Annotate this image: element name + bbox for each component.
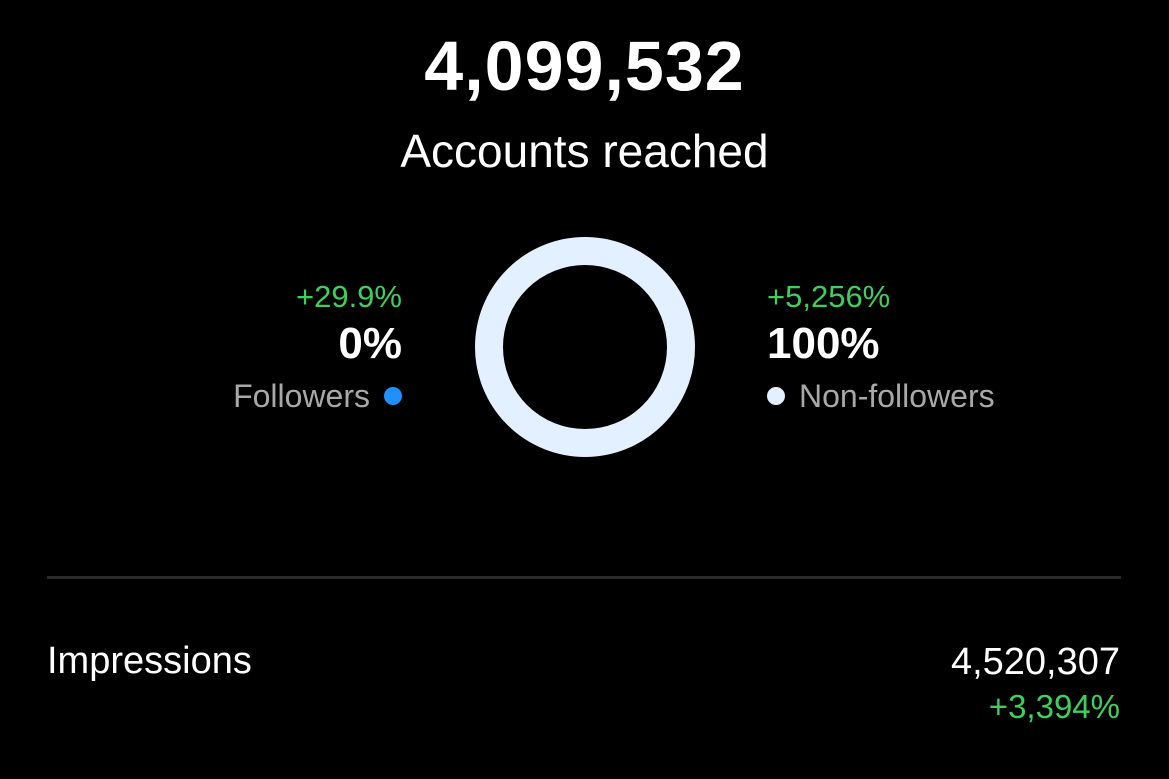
followers-label: Followers [233, 378, 370, 414]
reach-donut-chart [475, 237, 695, 457]
followers-delta: +29.9% [295, 279, 402, 314]
non-followers-dot-icon [767, 387, 785, 405]
impressions-delta: +3,394% [988, 688, 1120, 725]
non-followers-delta: +5,256% [767, 279, 891, 314]
accounts-reached-label: Accounts reached [400, 125, 769, 177]
impressions-label: Impressions [47, 640, 252, 682]
non-followers-label: Non-followers [799, 378, 995, 414]
followers-stat: +29.9% 0% Followers [233, 278, 402, 416]
non-followers-stat: +5,256% 100% Non-followers [767, 278, 995, 416]
followers-legend: Followers [233, 376, 402, 416]
followers-share: 0% [338, 319, 402, 368]
non-followers-share: 100% [767, 319, 880, 368]
impressions-value: 4,520,307 [950, 641, 1120, 683]
followers-dot-icon [384, 387, 402, 405]
accounts-reached-total: 4,099,532 [424, 27, 745, 105]
impressions-values: 4,520,307 +3,394% [951, 640, 1120, 727]
section-divider [47, 576, 1121, 579]
non-followers-legend: Non-followers [767, 376, 995, 416]
donut-segment-non-followers [475, 237, 695, 457]
